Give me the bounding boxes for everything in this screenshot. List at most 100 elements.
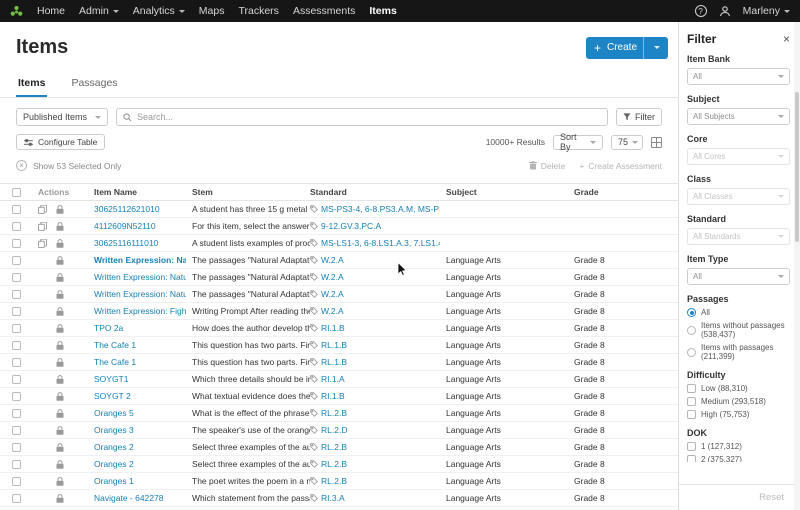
standard-link[interactable]: RL.1.B [321, 340, 347, 350]
standard-link[interactable]: RI.1.B [321, 323, 345, 333]
row-checkbox[interactable] [12, 476, 21, 486]
panel-scrollbar[interactable] [794, 22, 800, 510]
nav-item-maps[interactable]: Maps [199, 5, 225, 17]
column-header-standard[interactable]: Standard [310, 187, 446, 197]
lock-icon[interactable] [56, 391, 64, 401]
user-icon[interactable] [719, 5, 731, 17]
row-checkbox[interactable] [12, 374, 21, 384]
nav-item-analytics[interactable]: Analytics [133, 5, 185, 17]
lock-icon[interactable] [56, 255, 64, 265]
row-checkbox[interactable] [12, 221, 21, 231]
nav-item-admin[interactable]: Admin [79, 5, 119, 17]
sort-by-dropdown[interactable]: Sort By [553, 132, 603, 152]
lock-icon[interactable] [56, 204, 64, 214]
row-checkbox[interactable] [12, 391, 21, 401]
item-name-link[interactable]: Oranges 2 [94, 442, 186, 452]
radio-button-items-without-passages-538-437[interactable] [687, 325, 696, 335]
filter-select-item-type[interactable]: All [687, 268, 790, 285]
item-name-link[interactable]: Oranges 5 [94, 408, 186, 418]
standard-link[interactable]: W.2.A [321, 289, 344, 299]
row-checkbox[interactable] [12, 306, 21, 316]
row-checkbox[interactable] [12, 238, 21, 248]
column-header-item-name[interactable]: Item Name [94, 187, 192, 197]
item-name-link[interactable]: Oranges 1 [94, 476, 186, 486]
page-size-dropdown[interactable]: 75 [611, 134, 643, 150]
item-name-link[interactable]: Written Expression: Natural ... [94, 289, 186, 299]
standard-link[interactable]: RL.2.B [321, 442, 347, 452]
help-icon[interactable]: ? [694, 5, 707, 17]
create-button[interactable]: + Create [585, 36, 668, 59]
checkbox-high-75-753[interactable] [687, 410, 696, 419]
row-checkbox[interactable] [12, 442, 21, 452]
item-name-link[interactable]: Written Expression: Fighting... [94, 306, 186, 316]
lock-icon[interactable] [56, 476, 64, 486]
row-checkbox[interactable] [12, 323, 21, 333]
lock-icon[interactable] [56, 238, 64, 248]
standard-link[interactable]: W.2.A [321, 306, 344, 316]
filter-button[interactable]: Filter [616, 108, 662, 126]
standard-link[interactable]: MS-PS3-4, 6-8.PS3.A.M, MS-PS3-4, 7-M... [321, 204, 440, 214]
item-name-link[interactable]: TPO 2a [94, 323, 186, 333]
lock-icon[interactable] [56, 425, 64, 435]
standard-link[interactable]: 9-12.GV.3.PC.A [321, 221, 381, 231]
item-name-link[interactable]: SOYGT 2 [94, 391, 186, 401]
filter-select-class[interactable]: All Classes [687, 188, 790, 205]
checkbox-2-375-327[interactable] [687, 455, 696, 462]
standard-link[interactable]: RL.2.B [321, 408, 347, 418]
row-checkbox[interactable] [12, 493, 21, 503]
tab-items[interactable]: Items [16, 71, 48, 97]
lock-icon[interactable] [56, 374, 64, 384]
checkbox-low-88-310[interactable] [687, 384, 696, 393]
nav-item-trackers[interactable]: Trackers [238, 5, 278, 17]
row-checkbox[interactable] [12, 204, 21, 214]
column-header-grade[interactable]: Grade [574, 187, 678, 197]
create-assessment-button[interactable]: + Create Assessment [579, 161, 662, 171]
grid-view-icon[interactable] [651, 136, 662, 148]
radio-button-all[interactable] [687, 308, 696, 317]
user-menu[interactable]: Marleny [743, 5, 790, 17]
close-icon[interactable]: × [783, 33, 790, 45]
reset-button[interactable]: Reset [759, 492, 784, 503]
standard-link[interactable]: RL.2.B [321, 459, 347, 469]
lock-icon[interactable] [56, 459, 64, 469]
item-name-link[interactable]: Oranges 3 [94, 425, 186, 435]
item-name-link[interactable]: 30625116111010 [94, 238, 186, 248]
lock-icon[interactable] [56, 289, 64, 299]
column-header-stem[interactable]: Stem [192, 187, 310, 197]
copy-icon[interactable] [38, 204, 47, 214]
item-name-link[interactable]: 30625112621010 [94, 204, 186, 214]
search-input[interactable] [137, 112, 601, 122]
standard-link[interactable]: W.2.A [321, 272, 344, 282]
app-logo-icon[interactable] [10, 5, 23, 18]
lock-icon[interactable] [56, 323, 64, 333]
checkbox-medium-293-518[interactable] [687, 397, 696, 406]
column-header-actions[interactable]: Actions [38, 187, 94, 197]
standard-link[interactable]: RI.1.A [321, 374, 345, 384]
clear-selection-icon[interactable]: × [16, 160, 27, 171]
standard-link[interactable]: RL.2.B [321, 476, 347, 486]
published-items-dropdown[interactable]: Published Items [16, 108, 108, 126]
tab-passages[interactable]: Passages [69, 71, 119, 97]
item-name-link[interactable]: The Cafe 1 [94, 340, 186, 350]
standard-link[interactable]: RI.3.A [321, 493, 345, 503]
copy-icon[interactable] [38, 221, 47, 231]
item-name-link[interactable]: SOYGT1 [94, 374, 186, 384]
lock-icon[interactable] [56, 272, 64, 282]
filter-select-subject[interactable]: All Subjects [687, 108, 790, 125]
nav-item-items[interactable]: Items [369, 5, 396, 17]
row-checkbox[interactable] [12, 289, 21, 299]
row-checkbox[interactable] [12, 357, 21, 367]
nav-item-assessments[interactable]: Assessments [293, 5, 355, 17]
lock-icon[interactable] [56, 340, 64, 350]
select-all-checkbox[interactable] [12, 187, 21, 197]
standard-link[interactable]: MS-LS1-3, 6-8.LS1.A.3, 7.LS1.4, MS-LS1-3… [321, 238, 440, 248]
delete-button[interactable]: Delete [528, 161, 565, 171]
row-checkbox[interactable] [12, 340, 21, 350]
copy-icon[interactable] [38, 238, 47, 248]
item-name-link[interactable]: 4112609N52110 [94, 221, 186, 231]
column-header-subject[interactable]: Subject [446, 187, 574, 197]
nav-item-home[interactable]: Home [37, 5, 65, 17]
radio-button-items-with-passages-211-399[interactable] [687, 347, 696, 357]
filter-select-standard[interactable]: All Standards [687, 228, 790, 245]
show-selected-label[interactable]: Show 53 Selected Only [33, 161, 121, 171]
